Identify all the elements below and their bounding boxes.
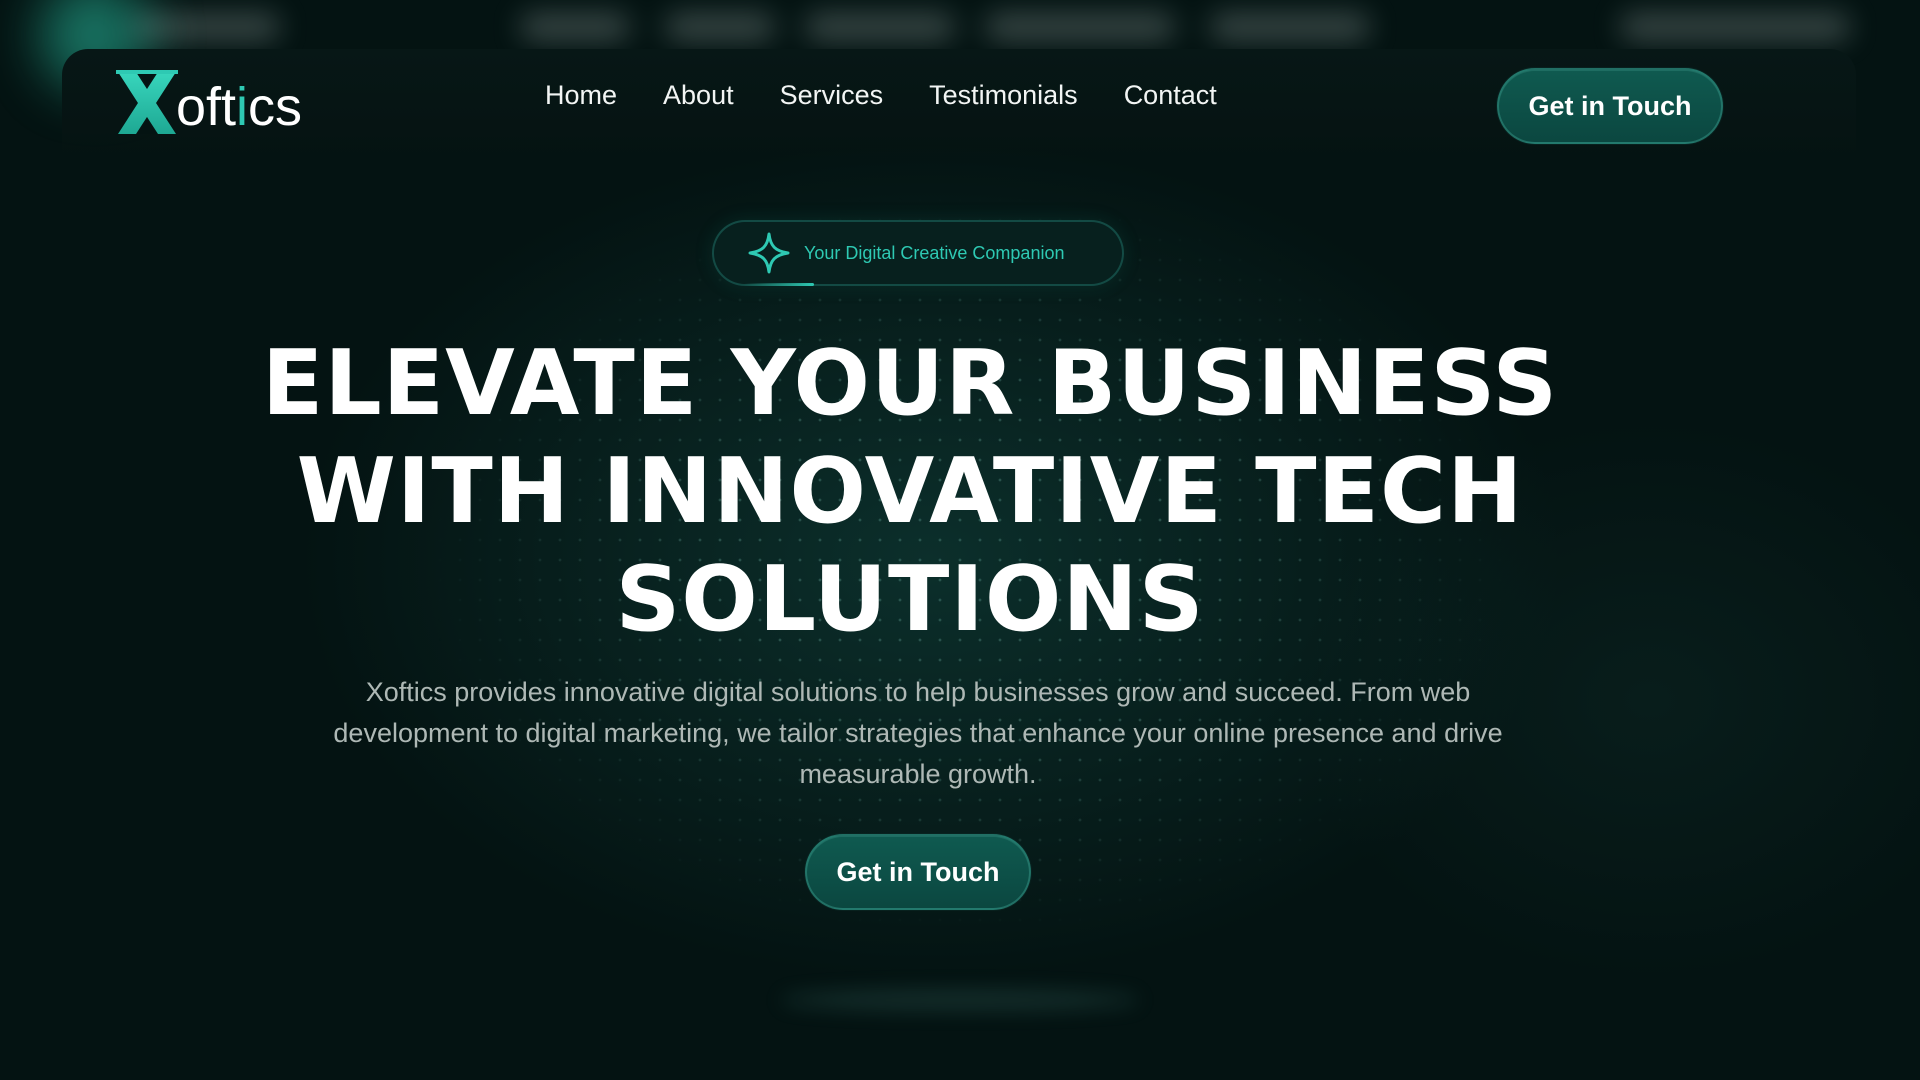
headline-line-1: ELEVATE YOUR BUSINESS (261, 331, 1559, 436)
main-navigation: Home About Services Testimonials Contact (545, 80, 1217, 111)
nav-link-services[interactable]: Services (780, 80, 884, 111)
nav-link-testimonials[interactable]: Testimonials (929, 80, 1078, 111)
page: oftics Home About Services Testimonials … (0, 0, 1920, 1080)
badge-text: Your Digital Creative Companion (804, 242, 1065, 263)
decorative-glow (780, 990, 1140, 1010)
nav-link-contact[interactable]: Contact (1124, 80, 1217, 111)
logo-wordmark: oftics (176, 77, 303, 137)
hero-get-in-touch-button[interactable]: Get in Touch (805, 834, 1031, 910)
nav-link-home[interactable]: Home (545, 80, 617, 111)
nav-link-about[interactable]: About (663, 80, 734, 111)
sparkle-icon (748, 232, 790, 274)
hero-subtitle: Xoftics provides innovative digital solu… (333, 677, 1503, 789)
headline-line-3: SOLUTIONS (615, 547, 1205, 652)
nav-get-in-touch-button[interactable]: Get in Touch (1497, 68, 1723, 144)
badge-accent-line (744, 283, 814, 286)
hero-badge: Your Digital Creative Companion (712, 220, 1124, 286)
hero-headline: ELEVATE YOUR BUSINESS WITH INNOVATIVE TE… (260, 330, 1560, 654)
headline-line-2: WITH INNOVATIVE TECH (296, 439, 1524, 544)
logo-x-icon (116, 70, 178, 134)
brand-logo[interactable]: oftics (116, 62, 302, 136)
